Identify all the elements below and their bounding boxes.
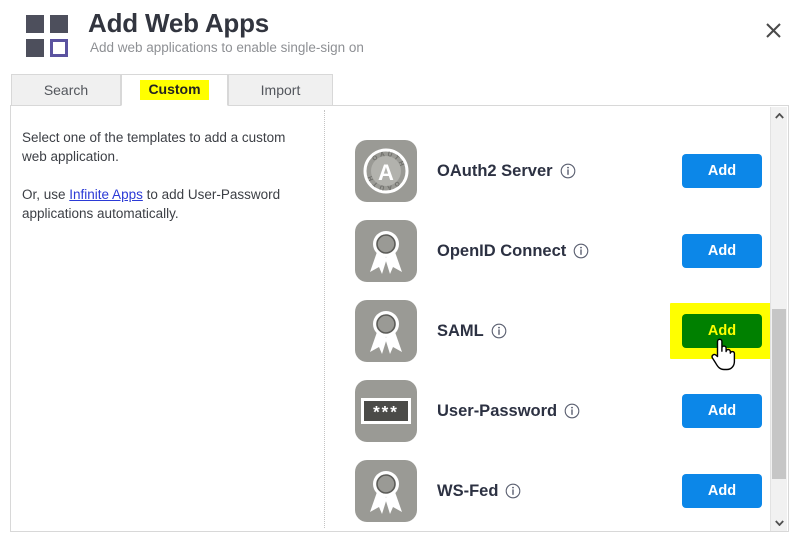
award-ribbon-icon — [355, 460, 417, 522]
add-web-apps-dialog: Add Web Apps Add web applications to ena… — [0, 0, 799, 542]
close-icon[interactable] — [759, 16, 787, 44]
template-name: OAuth2 Server — [437, 161, 553, 180]
password-asterisks-icon: *** — [355, 380, 417, 442]
table-row: A OAUTH OAUTH OAuth2 Server Add — [325, 131, 774, 211]
page-title: Add Web Apps — [88, 8, 270, 38]
four-squares-logo-icon — [26, 15, 72, 59]
chevron-up-icon[interactable] — [771, 107, 787, 124]
tab-bar: Search Custom Import — [10, 74, 789, 107]
add-button[interactable]: Add — [682, 154, 762, 188]
instructions-prefix: Or, use — [22, 187, 70, 202]
tab-search[interactable]: Search — [11, 74, 121, 106]
dialog-body: Select one of the templates to add a cus… — [10, 106, 789, 532]
tab-search-label: Search — [43, 82, 89, 98]
add-button[interactable]: Add — [682, 234, 762, 268]
tab-custom[interactable]: Custom — [121, 74, 228, 106]
tab-import-label: Import — [260, 82, 301, 98]
oauth-badge-icon: A OAUTH OAUTH — [355, 140, 417, 202]
info-icon[interactable] — [564, 403, 580, 419]
add-button[interactable]: Add — [682, 474, 762, 508]
template-label: User-Password — [437, 402, 580, 421]
info-icon[interactable] — [573, 243, 589, 259]
infinite-apps-link[interactable]: Infinite Apps — [69, 187, 143, 202]
template-list: A OAUTH OAUTH OAuth2 Server Add OpenID C… — [325, 107, 774, 531]
template-name: OpenID Connect — [437, 241, 567, 260]
template-label: OAuth2 Server — [437, 162, 576, 181]
tab-custom-label: Custom — [140, 80, 209, 100]
table-row: *** User-Password Add — [325, 371, 774, 451]
info-icon[interactable] — [505, 483, 521, 499]
dialog-header: Add Web Apps Add web applications to ena… — [0, 0, 799, 74]
add-button[interactable]: Add — [682, 394, 762, 428]
tab-import[interactable]: Import — [228, 74, 333, 106]
template-name: User-Password — [437, 401, 558, 420]
table-row: WS-Fed Add — [325, 451, 774, 531]
table-row: SAML Add — [325, 291, 774, 371]
template-label: SAML — [437, 322, 507, 341]
scrollbar-thumb[interactable] — [772, 309, 786, 479]
template-label: WS-Fed — [437, 482, 521, 501]
instructions-paragraph-2: Or, use Infinite Apps to add User-Passwo… — [22, 185, 312, 223]
template-name: SAML — [437, 321, 484, 340]
svg-text:***: *** — [373, 403, 399, 422]
template-name: WS-Fed — [437, 481, 499, 500]
scrollbar[interactable] — [770, 107, 787, 531]
award-ribbon-icon — [355, 300, 417, 362]
page-subtitle: Add web applications to enable single-si… — [90, 40, 364, 55]
add-button[interactable]: Add — [682, 314, 762, 348]
info-icon[interactable] — [560, 163, 576, 179]
table-row: OpenID Connect Add — [325, 211, 774, 291]
instructions-panel: Select one of the templates to add a cus… — [22, 128, 312, 223]
instructions-paragraph-1: Select one of the templates to add a cus… — [22, 130, 286, 164]
svg-text:A: A — [378, 160, 394, 185]
template-label: OpenID Connect — [437, 242, 589, 261]
award-ribbon-icon — [355, 220, 417, 282]
chevron-down-icon[interactable] — [771, 514, 787, 531]
info-icon[interactable] — [491, 323, 507, 339]
